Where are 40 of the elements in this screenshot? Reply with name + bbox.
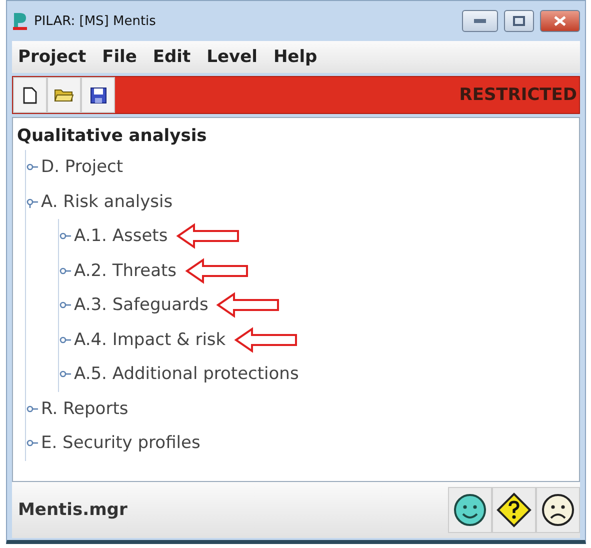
smiley-icon — [453, 493, 487, 527]
tree-item[interactable]: A.1. Assets — [74, 226, 168, 246]
tree-item[interactable]: A.2. Threats — [74, 260, 177, 281]
app-logo-icon — [12, 12, 28, 30]
status-button[interactable] — [536, 487, 580, 533]
maximize-icon — [513, 16, 525, 26]
arrow-icon — [216, 292, 280, 318]
tree-item[interactable]: A.5. Additional protections — [74, 364, 299, 384]
close-icon — [554, 16, 566, 26]
menu-item[interactable]: Help — [273, 47, 318, 67]
menu-item[interactable]: Level — [206, 47, 258, 67]
window-title: PILAR: [MS] Mentis — [34, 14, 157, 28]
toolbar-button[interactable] — [47, 77, 81, 113]
minimize-icon — [474, 19, 486, 23]
new-document-icon — [23, 86, 37, 104]
folder-icon — [54, 87, 74, 103]
restricted-label: RESTRICTED — [459, 85, 578, 105]
sad-face-icon — [541, 493, 575, 527]
arrow-icon — [184, 258, 249, 284]
tree-item[interactable]: A. Risk analysis — [41, 192, 173, 212]
status-button[interactable] — [448, 487, 492, 533]
close-button[interactable] — [540, 10, 580, 32]
question-sign-icon — [496, 492, 532, 528]
menu-item[interactable]: Edit — [152, 47, 191, 67]
minimize-button[interactable] — [462, 10, 498, 32]
tree-item[interactable]: A.4. Impact & risk — [74, 330, 226, 350]
file-name: Mentis.mgr — [18, 500, 128, 520]
tree-item[interactable]: D. Project — [41, 157, 124, 178]
tree-item[interactable]: E. Security profiles — [41, 433, 200, 454]
maximize-button[interactable] — [504, 10, 534, 32]
tree-title: Qualitative analysis — [17, 126, 208, 146]
menu-item[interactable]: Project — [18, 47, 86, 67]
menu-item[interactable]: File — [102, 47, 137, 67]
tree-item[interactable]: A.3. Safeguards — [74, 295, 208, 316]
arrow-icon — [234, 326, 298, 353]
tree-item[interactable]: R. Reports — [41, 398, 128, 419]
arrow-icon — [176, 223, 240, 250]
toolbar-button[interactable] — [81, 77, 115, 113]
status-button[interactable] — [492, 487, 536, 533]
toolbar-button[interactable] — [13, 77, 47, 113]
